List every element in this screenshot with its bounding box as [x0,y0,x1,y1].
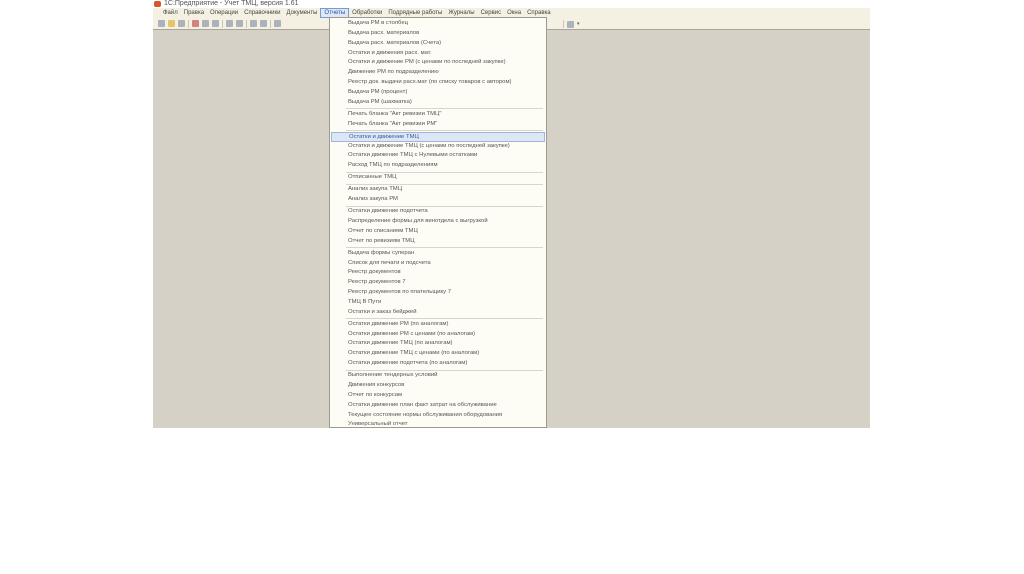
menu-item[interactable]: Остатки движение подотчета [330,207,546,217]
menu-item[interactable]: Остатки и движение ТМЦ [331,131,545,142]
menu-item[interactable]: Печать бланка "Акт ревизии РМ" [330,120,546,130]
menu-item[interactable]: Остатки движение ТМЦ (по аналогам) [330,339,546,349]
cut-icon[interactable] [192,20,199,27]
menu-item[interactable]: Выдача расх. материалов [330,29,546,39]
print-icon[interactable] [226,20,233,27]
menu-item[interactable]: Выполнение тендерных условий [330,371,546,381]
title-bar: 1С:Предприятие - Учет ТМЦ, версия 1.61 [153,0,870,8]
menu-item[interactable]: Остатки движение план факт затрат на обс… [330,401,546,411]
menu-item[interactable]: Движение РМ по подразделению [330,68,546,78]
app-logo-icon [154,1,161,7]
menu-item[interactable]: Остатки и движение ТМЦ (с ценами по посл… [330,142,546,152]
menu-item[interactable]: Отчет по списаниям ТМЦ [330,227,546,237]
menu-item[interactable]: Печать бланка "Акт ревизии ТМЦ" [330,110,546,120]
find-icon[interactable] [274,20,281,27]
undo-icon[interactable] [250,20,257,27]
menu-5[interactable]: Документы [283,8,320,18]
menu-item[interactable]: Список для печати и подсчета [330,259,546,269]
menu-item[interactable]: Остатки и заказ бейджей [330,308,546,318]
menu-item[interactable]: Отписанные ТМЦ [330,173,546,183]
menu-item[interactable]: ТМЦ В Пути [330,298,546,308]
menu-item[interactable]: Остатки и движение РМ (с ценами по после… [330,58,546,68]
menu-item[interactable]: Анализ закупа ТМЦ [330,185,546,195]
app-window: 1С:Предприятие - Учет ТМЦ, версия 1.61 Ф… [153,0,870,428]
toolbar-separator [222,19,223,28]
menu-item[interactable]: Реестр документов [330,268,546,278]
preview-icon[interactable] [236,20,243,27]
menu-item[interactable]: Универсальный отчет [330,420,546,427]
menu-4[interactable]: Справочники [241,8,283,18]
redo-icon[interactable] [260,20,267,27]
toolbar-dropdown-icon[interactable]: ▾ [577,21,580,27]
toolbar-separator [188,19,189,28]
menu-1[interactable]: Файл [160,8,181,18]
toolbar-separator [246,19,247,28]
window-title: 1С:Предприятие - Учет ТМЦ, версия 1.61 [164,0,299,7]
menu-item[interactable]: Отчет по конкурсам [330,391,546,401]
menu-item[interactable]: Отчет по ревизиям ТМЦ [330,237,546,247]
menu-item[interactable]: Остатки движение РМ (по аналогам) [330,320,546,330]
new-icon[interactable] [158,20,165,27]
menu-item[interactable]: Выдача формы суперан [330,249,546,259]
trash-icon[interactable] [567,20,574,28]
menu-item[interactable]: Текущее состояние нормы обслуживания обо… [330,411,546,421]
menu-item[interactable]: Анализ закупа РМ [330,195,546,205]
menu-item[interactable]: Остатки движение РМ с ценами (по аналога… [330,330,546,340]
menu-item[interactable]: Реестр документов 7 [330,278,546,288]
menu-item[interactable]: Распределение формы для винотдела с выгр… [330,217,546,227]
menu-item[interactable]: Остатки и движения расх. мат. [330,49,546,59]
save-icon[interactable] [178,20,185,27]
menu-item[interactable]: Остатки движение ТМЦ с Нулевыми остаткам… [330,151,546,161]
menu-item[interactable]: Выдача РМ (шахматка) [330,98,546,108]
paste-icon[interactable] [212,20,219,27]
copy-icon[interactable] [202,20,209,27]
reports-menu: Выдача РМ в столбец Выдача расх. материал… [329,17,547,428]
open-icon[interactable] [168,20,175,27]
menu-item[interactable]: Остатки движение ТМЦ с ценами (по аналог… [330,349,546,359]
menu-item[interactable]: Расход ТМЦ по подразделениям [330,161,546,171]
menu-item[interactable]: Реестр документов по плательщику 7 [330,288,546,298]
menu-item[interactable]: Выдача расх. материалов (Счета) [330,39,546,49]
menu-3[interactable]: Операции [207,8,241,18]
menu-item[interactable]: Выдача РМ (процент) [330,88,546,98]
toolbar-separator [270,19,271,28]
menu-item[interactable]: Выдача РМ в столбец [330,19,546,29]
toolbar-separator [563,20,564,28]
menu-item[interactable]: Реестр док. выдачи расх.мат (по списку т… [330,78,546,88]
menu-2[interactable]: Правка [181,8,207,18]
menu-item[interactable]: Движения конкурсов [330,381,546,391]
menu-item[interactable]: Остатки движение подотчета (по аналогам) [330,359,546,369]
